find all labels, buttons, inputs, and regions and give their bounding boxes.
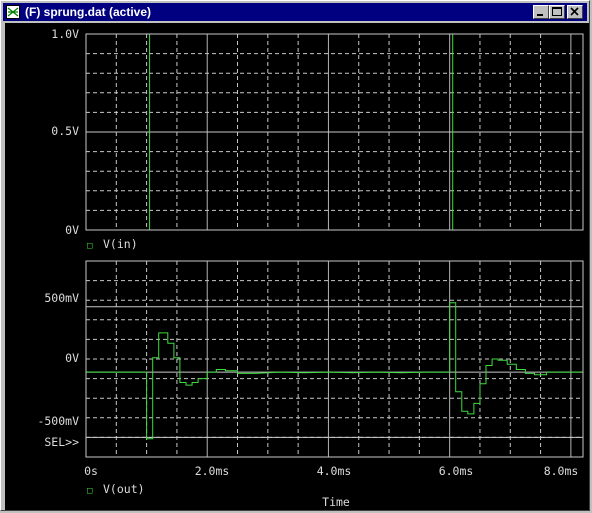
close-icon [570, 7, 579, 16]
bottom-series-line [86, 302, 583, 440]
close-button[interactable] [567, 5, 583, 19]
maximize-icon [552, 7, 562, 16]
minimize-button[interactable] [533, 5, 549, 19]
title-bar[interactable]: (F) sprung.dat (active) [3, 3, 587, 21]
top-legend-marker: □ [87, 241, 93, 251]
x-tick-label: 8.0ms [544, 464, 579, 478]
top-legend-label[interactable]: V(in) [103, 237, 138, 251]
window-title: (F) sprung.dat (active) [25, 5, 152, 19]
probe-app-icon[interactable] [6, 5, 20, 19]
bottom-plot-grid [86, 261, 583, 457]
top-y-tick-label: 0V [65, 223, 79, 237]
bottom-plot-traces [86, 302, 583, 440]
top-plot-grid [86, 33, 583, 231]
x-tick-label: 0s [84, 464, 98, 478]
sel-label[interactable]: SEL>> [44, 435, 79, 449]
x-axis-title: Time [322, 495, 350, 509]
top-y-tick-label: 1.0V [51, 27, 79, 41]
plot-area[interactable]: 1.0V 0.5V 0V □ V(in) 500mV 0V -500mV SEL… [5, 23, 589, 510]
maximize-button[interactable] [549, 5, 565, 19]
bottom-y-tick-label: 0V [65, 351, 79, 365]
bottom-y-tick-label: -500mV [37, 414, 79, 428]
x-tick-label: 4.0ms [317, 464, 352, 478]
x-tick-label: 2.0ms [195, 464, 230, 478]
minimize-icon [537, 14, 543, 16]
top-y-tick-label: 0.5V [51, 124, 79, 138]
x-tick-label: 6.0ms [439, 464, 474, 478]
bottom-y-tick-label: 500mV [44, 291, 79, 305]
probe-window: (F) sprung.dat (active) 1.0V 0.5V 0V □ V… [0, 0, 590, 511]
probe-chart: 1.0V 0.5V 0V □ V(in) 500mV 0V -500mV SEL… [37, 27, 584, 509]
bottom-legend-marker: □ [87, 486, 93, 496]
bottom-legend-label[interactable]: V(out) [103, 482, 145, 496]
x-axis-ticks: 0s 2.0ms 4.0ms 6.0ms 8.0ms [84, 464, 578, 478]
